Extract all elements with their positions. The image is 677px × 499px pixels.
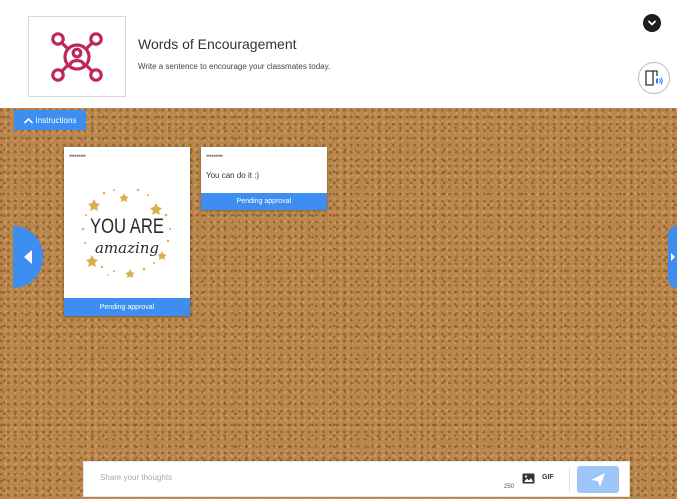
composer-divider bbox=[569, 468, 570, 492]
instructions-toggle[interactable]: Instructions bbox=[14, 110, 86, 130]
post-author: ********* bbox=[69, 155, 86, 161]
post-author: ********* bbox=[206, 155, 223, 161]
activity-subtitle: Write a sentence to encourage your class… bbox=[138, 62, 331, 71]
image-text-you-are: YOU ARE bbox=[90, 215, 164, 238]
immersive-reader-button[interactable] bbox=[638, 62, 670, 94]
send-button[interactable] bbox=[577, 466, 619, 493]
instructions-label: Instructions bbox=[35, 115, 77, 125]
pending-approval-bar: Pending approval bbox=[201, 193, 327, 210]
post-card[interactable]: ********* YOU ARE amazing Pending approv… bbox=[64, 147, 190, 316]
chevron-left-icon bbox=[24, 250, 32, 264]
post-image: YOU ARE amazing bbox=[74, 171, 180, 301]
activity-title: Words of Encouragement bbox=[138, 36, 297, 52]
post-composer: 250 GIF bbox=[83, 461, 630, 497]
image-text-amazing: amazing bbox=[95, 239, 159, 257]
chevron-up-icon bbox=[23, 117, 33, 123]
collapse-header-button[interactable] bbox=[643, 14, 661, 32]
character-counter: 250 bbox=[504, 484, 515, 490]
post-text: You can do it :) bbox=[206, 171, 260, 180]
chevron-down-icon bbox=[648, 20, 656, 26]
add-image-button[interactable] bbox=[522, 472, 535, 485]
pending-approval-bar: Pending approval bbox=[64, 298, 190, 316]
image-icon bbox=[522, 473, 535, 484]
share-thoughts-input[interactable] bbox=[98, 472, 492, 483]
immersive-reader-icon bbox=[645, 70, 663, 86]
next-page-button[interactable] bbox=[668, 226, 677, 288]
add-gif-button[interactable]: GIF bbox=[542, 474, 554, 481]
activity-header: Words of Encouragement Write a sentence … bbox=[0, 0, 677, 108]
activity-logo bbox=[28, 16, 126, 97]
send-icon bbox=[591, 472, 605, 487]
chevron-right-icon bbox=[670, 253, 675, 261]
network-people-icon bbox=[51, 31, 103, 82]
post-card[interactable]: ********* You can do it :) Pending appro… bbox=[201, 147, 327, 210]
